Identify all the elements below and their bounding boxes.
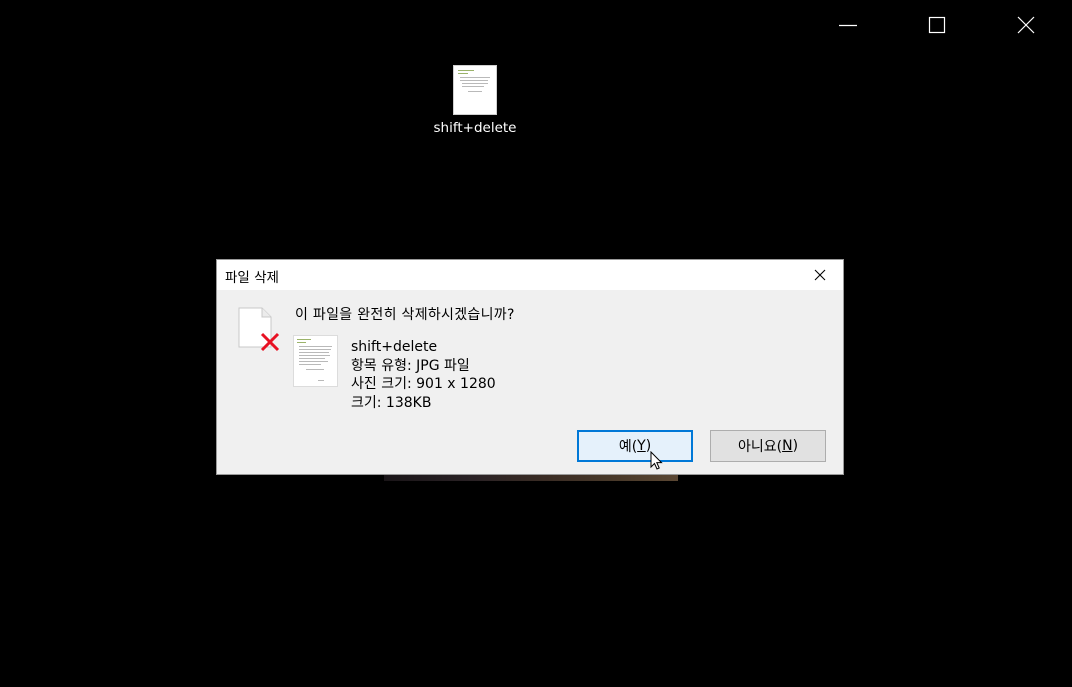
mouse-pointer-icon [650,451,663,470]
image-thumbnail-icon [454,66,496,114]
file-size: 크기: 138KB [351,395,432,412]
file-thumbnail-icon [294,336,337,386]
desktop-file-item[interactable]: shift+delete [415,66,535,136]
background-image-fragment [384,474,678,481]
file-name: shift+delete [351,339,438,355]
close-window-button[interactable] [981,0,1071,50]
close-icon [814,269,826,281]
desktop-file-label: shift+delete [433,120,517,136]
no-button-label: 아니요( [737,439,783,455]
maximize-button[interactable] [892,0,982,50]
delete-file-dialog: 파일 삭제 이 파일을 완전히 삭제하시겠습니까? shift+delete 항… [216,259,844,475]
yes-button-label: 예( [618,439,638,455]
file-type: 항목 유형: JPG 파일 [351,357,470,374]
confirm-question: 이 파일을 완전히 삭제하시겠습니까? [295,307,515,323]
minimize-button[interactable] [803,0,893,50]
minimize-icon [839,24,857,27]
dialog-close-button[interactable] [797,260,843,290]
no-button-label-close: ) [792,438,799,454]
file-dimensions: 사진 크기: 901 x 1280 [351,376,496,393]
delete-file-icon [238,307,280,352]
file-details: shift+delete 항목 유형: JPG 파일 사진 크기: 901 x … [351,338,496,413]
yes-button[interactable]: 예(Y) [577,430,693,462]
close-icon [1017,16,1035,34]
no-button[interactable]: 아니요(N) [710,430,826,462]
maximize-icon [928,16,946,34]
no-button-accesskey: N [782,438,793,454]
dialog-titlebar: 파일 삭제 [217,260,843,290]
dialog-title: 파일 삭제 [225,270,279,286]
yes-button-accesskey: Y [637,438,646,454]
